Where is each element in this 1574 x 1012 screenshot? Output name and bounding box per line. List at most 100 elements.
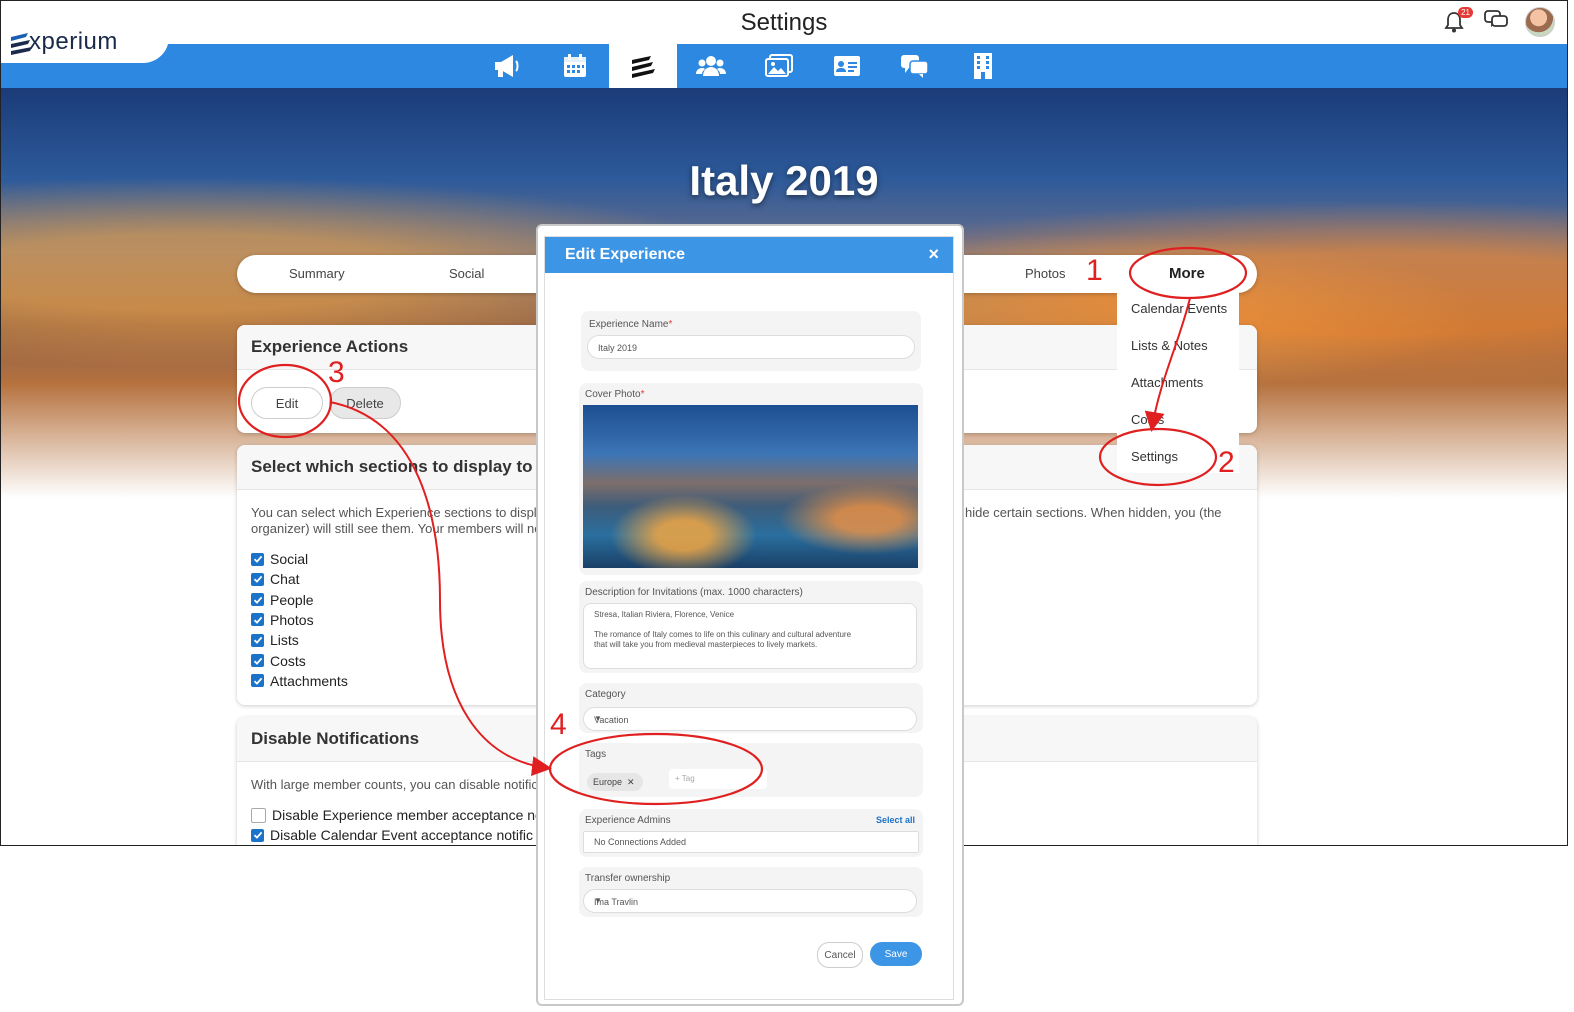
admins-placeholder: No Connections Added — [594, 837, 687, 847]
experium-logo-icon — [632, 56, 655, 78]
checkbox-label: People — [270, 591, 314, 608]
nav-calendar[interactable] — [541, 44, 609, 88]
checkbox-label: Disable Calendar Event acceptance notifi… — [270, 827, 534, 844]
checkbox-checked-icon[interactable] — [251, 674, 264, 688]
checkbox-row[interactable]: Chat — [251, 571, 300, 587]
checkbox-label: Lists — [270, 632, 299, 649]
display-sections-desc-right: hide certain sections. When hidden, you … — [965, 505, 1222, 520]
transfer-ownership-select[interactable]: Ima Travlin ▼ — [583, 889, 917, 913]
description-line-1: Stresa, Italian Riviera, Florence, Venic… — [594, 610, 735, 619]
checkbox-row[interactable]: People — [251, 592, 314, 608]
checkbox-checked-icon[interactable] — [251, 552, 264, 566]
experium-logo[interactable]: xperium — [1, 1, 169, 63]
experience-title: Italy 2019 — [689, 157, 879, 204]
display-sections-desc-1: You can select which Experience sections… — [251, 505, 544, 520]
chat-icon — [901, 55, 929, 78]
chevron-down-icon: ▼ — [594, 714, 602, 723]
tags-label: Tags — [585, 749, 607, 760]
menu-item-calendar-events[interactable]: Calendar Events — [1131, 301, 1227, 316]
nav-organization[interactable] — [949, 44, 1017, 88]
id-card-icon — [834, 56, 860, 76]
tab-more[interactable]: More — [1169, 265, 1205, 282]
display-sections-desc-2: organizer) will still see them. Your mem… — [251, 521, 546, 536]
checkbox-row[interactable]: Attachments — [251, 673, 348, 689]
notifications-bell-icon[interactable]: 21 — [1441, 7, 1473, 35]
user-avatar[interactable] — [1525, 7, 1555, 37]
nav-contacts[interactable] — [813, 44, 881, 88]
category-select[interactable]: Vacation ▼ — [583, 707, 917, 731]
checkbox-unchecked-icon[interactable] — [251, 807, 266, 823]
checkbox-row[interactable]: Costs — [251, 653, 306, 669]
delete-button[interactable]: Delete — [329, 387, 401, 419]
step-number-3: 3 — [328, 356, 345, 389]
building-icon — [974, 53, 992, 79]
logo-text: xperium — [29, 28, 118, 55]
remove-tag-icon[interactable]: ✕ — [627, 777, 635, 788]
checkbox-label: Photos — [270, 611, 314, 628]
step-number-4: 4 — [550, 708, 567, 741]
category-group: Category Vacation ▼ — [579, 683, 923, 733]
checkbox-row[interactable]: Disable Experience member acceptance no — [251, 807, 543, 823]
checkbox-label: Chat — [270, 571, 300, 588]
modal-header: Edit Experience × — [545, 237, 953, 273]
checkbox-checked-icon[interactable] — [251, 828, 264, 842]
experience-admins-group: Experience Admins Select all No Connecti… — [579, 809, 923, 857]
edit-button[interactable]: Edit — [251, 387, 323, 419]
top-bar: Settings 21 — [1, 1, 1567, 45]
nav-photos[interactable] — [745, 44, 813, 88]
display-sections-title: Select which sections to display to y — [251, 457, 547, 476]
description-label: Description for Invitations (max. 1000 c… — [585, 587, 803, 598]
step-number-1: 1 — [1086, 254, 1103, 287]
experience-admins-label: Experience Admins — [585, 815, 671, 826]
tab-summary[interactable]: Summary — [289, 266, 345, 281]
checkbox-row[interactable]: Lists — [251, 632, 299, 648]
checkbox-checked-icon[interactable] — [251, 593, 264, 607]
checkbox-label: Disable Experience member acceptance no — [272, 807, 543, 823]
description-textarea[interactable]: Stresa, Italian Riviera, Florence, Venic… — [583, 603, 917, 669]
checkbox-row[interactable]: Disable Calendar Event acceptance notifi… — [251, 827, 533, 843]
people-icon — [696, 56, 726, 76]
experience-name-input[interactable]: Italy 2019 — [587, 335, 915, 359]
experience-name-group: Experience Name* Italy 2019 — [581, 311, 921, 371]
checkbox-checked-icon[interactable] — [251, 572, 264, 586]
close-icon[interactable]: × — [928, 244, 939, 265]
transfer-ownership-label: Transfer ownership — [585, 873, 671, 884]
checkbox-row[interactable]: Photos — [251, 612, 314, 628]
tab-social[interactable]: Social — [449, 266, 484, 281]
tag-chip-europe[interactable]: Europe ✕ — [587, 773, 643, 791]
checkbox-row[interactable]: Social — [251, 551, 308, 567]
megaphone-icon — [495, 55, 519, 77]
cancel-button[interactable]: Cancel — [817, 942, 863, 968]
save-button[interactable]: Save — [870, 942, 922, 966]
checkbox-checked-icon[interactable] — [251, 633, 264, 647]
menu-item-costs[interactable]: Costs — [1131, 412, 1164, 427]
tag-placeholder: + Tag — [675, 774, 695, 783]
experience-name-value: Italy 2019 — [598, 343, 638, 353]
tab-photos[interactable]: Photos — [1025, 266, 1065, 281]
checkbox-checked-icon[interactable] — [251, 613, 264, 627]
menu-item-settings[interactable]: Settings — [1131, 449, 1178, 464]
calendar-icon — [564, 54, 586, 77]
cover-photo-label: Cover Photo — [585, 389, 641, 400]
checkbox-label: Costs — [270, 652, 306, 669]
nav-experience[interactable] — [609, 44, 677, 88]
modal-title: Edit Experience — [565, 246, 686, 263]
nav-announcements[interactable] — [473, 44, 541, 88]
tag-input[interactable]: + Tag — [669, 769, 767, 789]
description-group: Description for Invitations (max. 1000 c… — [579, 581, 923, 673]
checkbox-label: Social — [270, 551, 309, 567]
photos-icon — [765, 54, 793, 77]
experience-admins-input[interactable]: No Connections Added — [583, 831, 919, 853]
menu-item-attachments[interactable]: Attachments — [1131, 375, 1203, 390]
cover-photo-image[interactable] — [583, 405, 918, 568]
checkbox-label: Attachments — [270, 672, 348, 689]
tag-chip-label: Europe — [593, 777, 623, 787]
select-all-link[interactable]: Select all — [876, 815, 915, 825]
checkbox-checked-icon[interactable] — [251, 654, 264, 667]
messages-icon[interactable] — [1483, 8, 1509, 37]
top-icons: 21 — [1441, 7, 1555, 37]
description-line-3: that will take you from medieval masterp… — [594, 640, 818, 649]
nav-people[interactable] — [677, 44, 745, 88]
menu-item-lists-notes[interactable]: Lists & Notes — [1131, 338, 1208, 353]
nav-chat[interactable] — [881, 44, 949, 88]
